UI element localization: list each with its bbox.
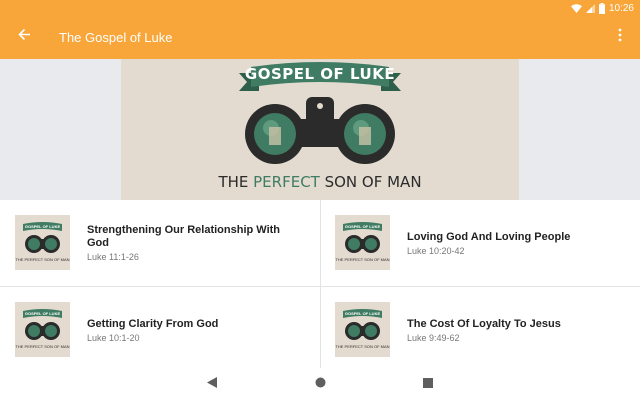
battery-icon bbox=[598, 2, 605, 14]
status-time: 10:26 bbox=[608, 2, 634, 14]
arrow-left-icon bbox=[17, 28, 31, 46]
sermon-card[interactable]: GOSPEL OF LUKE THE PERFECT SON OF MAN Lo… bbox=[320, 200, 640, 286]
sermon-card[interactable]: GOSPEL OF LUKE THE PERFECT SON OF MAN St… bbox=[0, 200, 320, 286]
scripture-reference: Luke 11:1-26 bbox=[87, 252, 139, 262]
thumb-tagline: THE PERFECT SON OF MAN bbox=[335, 257, 390, 262]
sermon-card[interactable]: GOSPEL OF LUKE THE PERFECT SON OF MAN Th… bbox=[320, 287, 640, 373]
sermon-title: The Cost Of Loyalty To Jesus bbox=[407, 317, 561, 330]
hero-banner-text: GOSPEL OF LUKE bbox=[244, 65, 396, 83]
app-bar: The Gospel of Luke bbox=[0, 16, 640, 59]
overflow-menu-button[interactable] bbox=[610, 27, 630, 47]
status-bar: 10:26 bbox=[0, 0, 640, 16]
sermon-card[interactable]: GOSPEL OF LUKE THE PERFECT SON OF MAN Ge… bbox=[0, 287, 320, 373]
column-divider bbox=[320, 200, 321, 368]
hero-tagline-end: SON OF MAN bbox=[319, 173, 422, 191]
sermon-title: Strengthening Our Relationship With God bbox=[87, 224, 281, 249]
hero-tagline-highlight: PERFECT bbox=[253, 173, 320, 191]
sermon-title: Getting Clarity From God bbox=[87, 317, 219, 330]
thumb-tagline: THE PERFECT SON OF MAN bbox=[335, 344, 390, 349]
thumb-banner-text: GOSPEL OF LUKE bbox=[344, 224, 381, 229]
back-button[interactable] bbox=[12, 25, 36, 49]
thumb-tagline: THE PERFECT SON OF MAN bbox=[15, 257, 70, 262]
more-vertical-icon bbox=[618, 28, 622, 47]
signal-icon bbox=[585, 3, 595, 13]
sermon-thumbnail: GOSPEL OF LUKE THE PERFECT SON OF MAN bbox=[15, 302, 70, 357]
row-divider bbox=[0, 286, 640, 287]
nav-back-button[interactable] bbox=[205, 377, 219, 391]
sermon-thumbnail: GOSPEL OF LUKE THE PERFECT SON OF MAN bbox=[15, 215, 70, 270]
nav-home-button[interactable] bbox=[313, 377, 327, 391]
circle-home-icon bbox=[315, 375, 326, 393]
square-recents-icon bbox=[423, 375, 433, 393]
thumb-banner-text: GOSPEL OF LUKE bbox=[24, 311, 61, 316]
scripture-reference: Luke 10:1-20 bbox=[87, 332, 140, 343]
wifi-icon bbox=[570, 3, 582, 13]
nav-recents-button[interactable] bbox=[421, 377, 435, 391]
sermon-thumbnail: GOSPEL OF LUKE THE PERFECT SON OF MAN bbox=[335, 302, 390, 357]
scripture-reference: Luke 9:49-62 bbox=[407, 332, 460, 343]
page-title: The Gospel of Luke bbox=[59, 30, 173, 45]
hero-tagline-start: THE bbox=[218, 173, 254, 191]
scripture-reference: Luke 10:20-42 bbox=[407, 245, 465, 256]
thumb-tagline: THE PERFECT SON OF MAN bbox=[15, 344, 70, 349]
hero-section: GOSPEL OF LUKE THE PERFECT SON OF MAN bbox=[0, 59, 640, 200]
system-nav-bar bbox=[0, 368, 640, 400]
triangle-back-icon bbox=[207, 375, 217, 393]
series-artwork: GOSPEL OF LUKE THE PERFECT SON OF MAN bbox=[121, 59, 519, 200]
hero-tagline: THE PERFECT SON OF MAN bbox=[121, 173, 519, 191]
thumb-banner-text: GOSPEL OF LUKE bbox=[344, 311, 381, 316]
thumb-banner-text: GOSPEL OF LUKE bbox=[24, 224, 61, 229]
sermon-title: Loving God And Loving People bbox=[407, 230, 571, 243]
sermon-thumbnail: GOSPEL OF LUKE THE PERFECT SON OF MAN bbox=[335, 215, 390, 270]
